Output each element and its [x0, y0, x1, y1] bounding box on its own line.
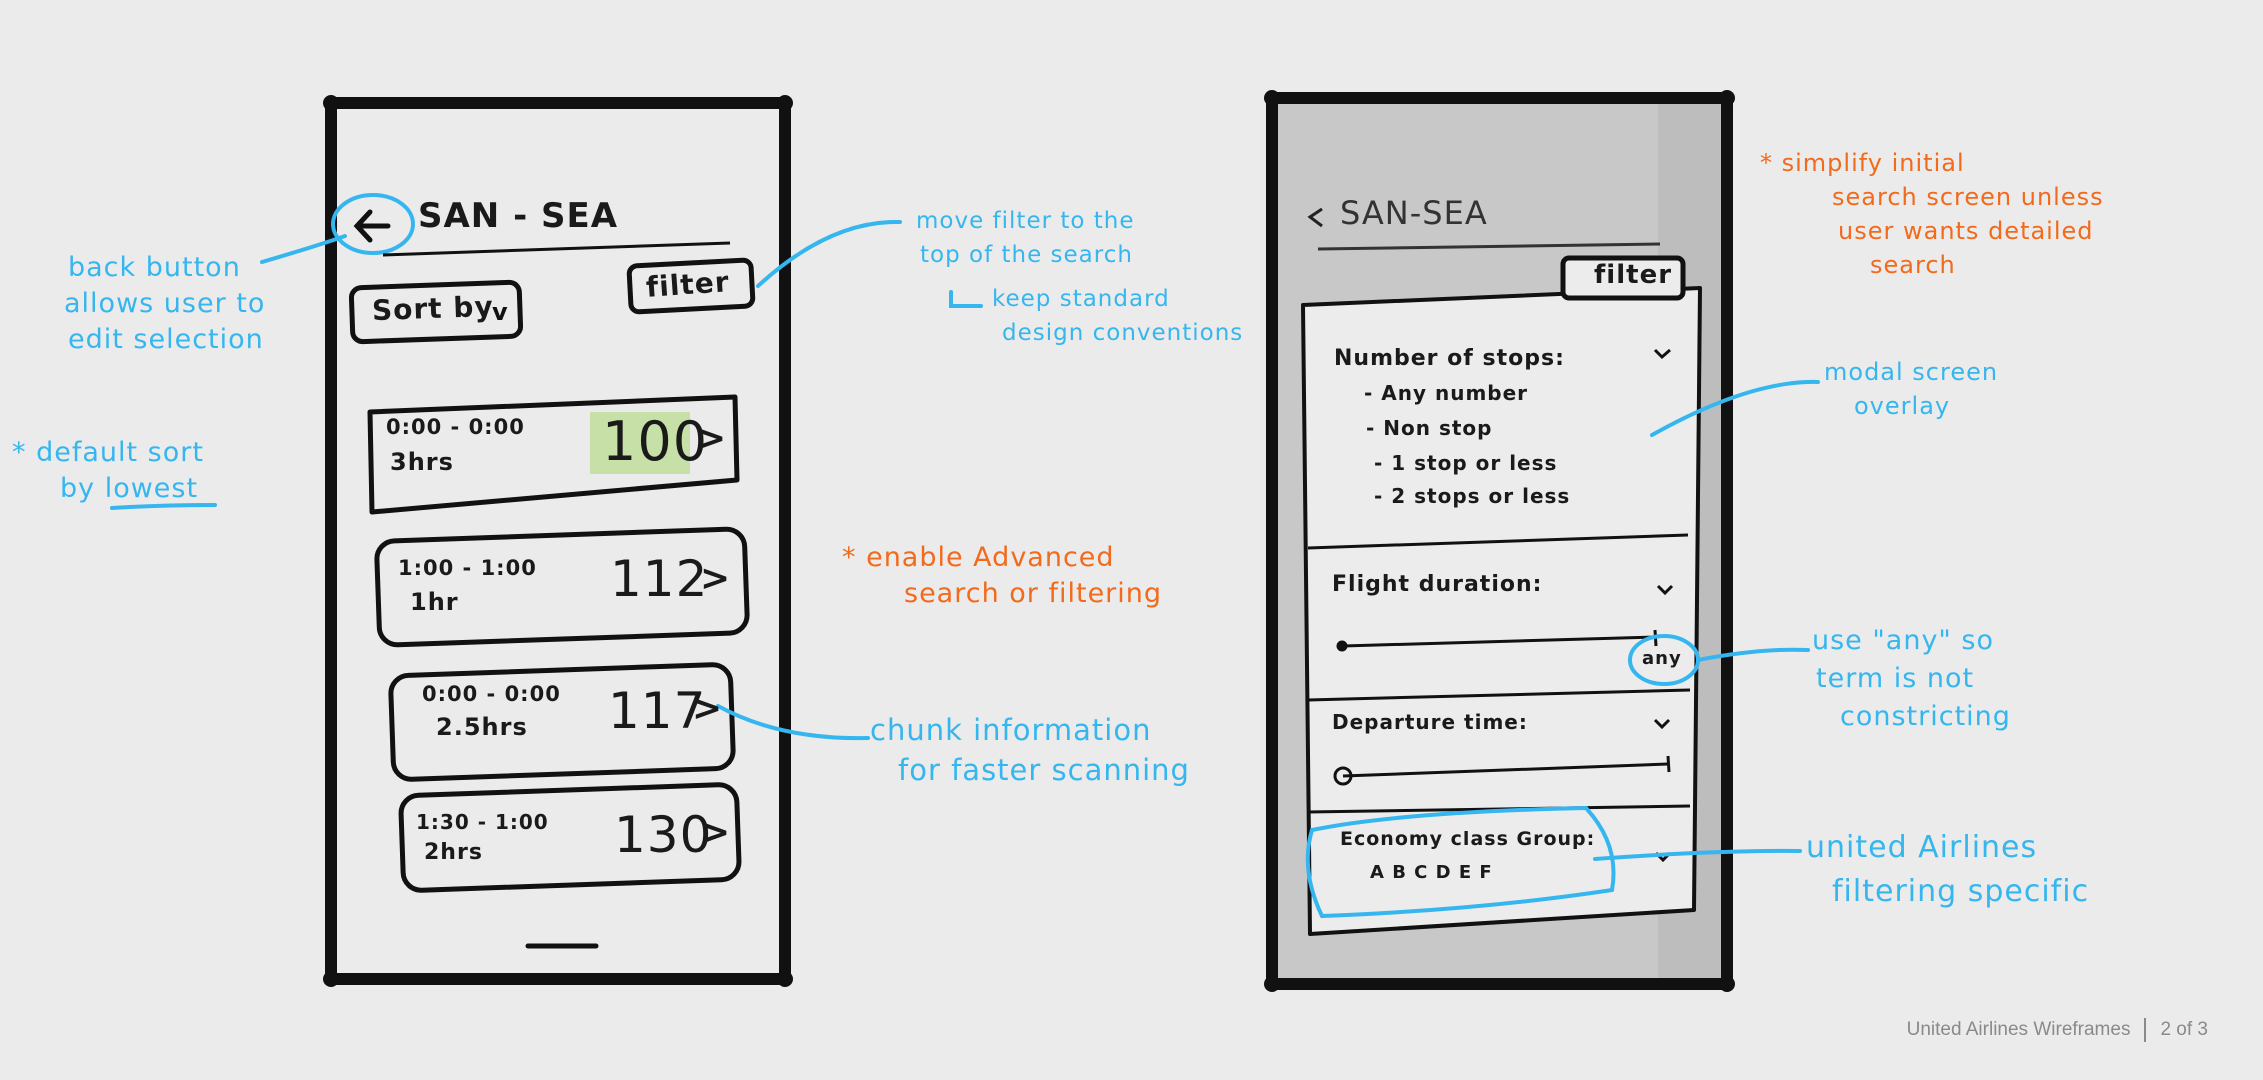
annotation-line: * enable Advanced: [842, 542, 1115, 573]
annotation-line: search or filtering: [904, 578, 1163, 609]
stops-heading: Number of stops:: [1334, 346, 1565, 371]
annotation-line: overlay: [1854, 392, 1951, 420]
chevron-right-icon: >: [700, 558, 732, 599]
flight-price: 100: [602, 410, 709, 473]
sort-by-label[interactable]: Sort by: [371, 290, 494, 327]
duration-value: any: [1642, 648, 1682, 669]
slide-footer: United Airlines Wireframes 2 of 3: [1907, 1018, 2208, 1042]
annotation-line: top of the search: [920, 242, 1133, 268]
annotation-line: term is not: [1816, 663, 1975, 694]
left-filter-label[interactable]: filter: [645, 265, 731, 304]
stops-option[interactable]: - Any number: [1364, 381, 1528, 405]
annotation-line: edit selection: [68, 324, 264, 355]
annotation-simplify: * simplify initial search screen unless …: [1760, 146, 2104, 282]
chevron-right-icon: >: [700, 812, 732, 853]
flight-price: 130: [614, 806, 713, 864]
annotation-line: search: [1870, 251, 1956, 279]
economy-heading: Economy class Group:: [1340, 828, 1596, 850]
flight-duration: 2hrs: [424, 840, 483, 865]
annotation-keep-standard: keep standard design conventions: [992, 282, 1243, 350]
duration-heading: Flight duration:: [1332, 572, 1543, 597]
flight-duration: 3hrs: [390, 448, 454, 476]
departure-heading: Departure time:: [1332, 710, 1528, 734]
annotation-line: chunk information: [870, 713, 1152, 747]
stops-option[interactable]: - 1 stop or less: [1374, 451, 1557, 475]
annotation-line: user wants detailed: [1838, 217, 2094, 245]
footer-page-number: 2 of 3: [2160, 1019, 2208, 1040]
annotation-line: united Airlines: [1806, 830, 2038, 865]
annotation-line: modal screen: [1824, 358, 1999, 386]
footer-title: United Airlines Wireframes: [1906, 1019, 2131, 1040]
annotation-line: use "any" so: [1812, 625, 1995, 656]
footer-divider: [2144, 1018, 2147, 1042]
annotation-back-button: back button allows user to edit selectio…: [64, 250, 265, 358]
annotation-line: keep standard: [992, 286, 1170, 312]
annotation-move-filter: move filter to the top of the search: [916, 204, 1135, 272]
sort-chevron-icon[interactable]: v: [492, 298, 508, 326]
chevron-right-icon: >: [692, 688, 724, 729]
annotation-line: * simplify initial: [1760, 149, 1965, 177]
annotation-line: by lowest: [60, 473, 199, 504]
annotation-line: design conventions: [1002, 320, 1244, 346]
flight-time: 0:00 - 0:00: [422, 682, 561, 706]
annotation-line: constricting: [1840, 701, 2011, 732]
annotation-line: for faster scanning: [898, 753, 1190, 787]
economy-groups[interactable]: A B C D E F: [1370, 862, 1493, 883]
flight-duration: 2.5hrs: [436, 713, 528, 741]
flight-duration: 1hr: [410, 588, 459, 616]
left-screen-title: SAN - SEA: [418, 196, 619, 236]
flight-price: 112: [610, 550, 709, 608]
annotation-enable-advanced: * enable Advanced search or filtering: [842, 540, 1162, 612]
annotation-line: * default sort: [12, 437, 204, 468]
right-filter-label[interactable]: filter: [1594, 260, 1672, 290]
annotation-line: move filter to the: [916, 208, 1135, 234]
annotation-line: search screen unless: [1832, 183, 2104, 211]
annotation-modal: modal screen overlay: [1824, 355, 1998, 423]
annotation-use-any: use "any" so term is not constricting: [1812, 622, 2011, 736]
annotation-line: allows user to: [64, 288, 266, 319]
stops-option[interactable]: - Non stop: [1366, 416, 1492, 440]
stops-option[interactable]: - 2 stops or less: [1374, 484, 1570, 508]
chevron-right-icon: >: [696, 418, 728, 459]
annotation-line: back button: [68, 252, 241, 283]
annotation-united-specific: united Airlines filtering specific: [1806, 826, 2089, 914]
flight-time: 1:00 - 1:00: [398, 556, 537, 580]
left-back-icon[interactable]: [331, 193, 415, 255]
right-screen-title: SAN-SEA: [1340, 194, 1488, 232]
flight-time: 0:00 - 0:00: [386, 415, 525, 439]
flight-time: 1:30 - 1:00: [416, 810, 549, 834]
annotation-chunk-info: chunk information for faster scanning: [870, 710, 1190, 790]
left-title-underline: [382, 241, 731, 257]
annotation-line: filtering specific: [1832, 874, 2090, 909]
annotation-default-sort: * default sort by lowest: [12, 435, 204, 507]
